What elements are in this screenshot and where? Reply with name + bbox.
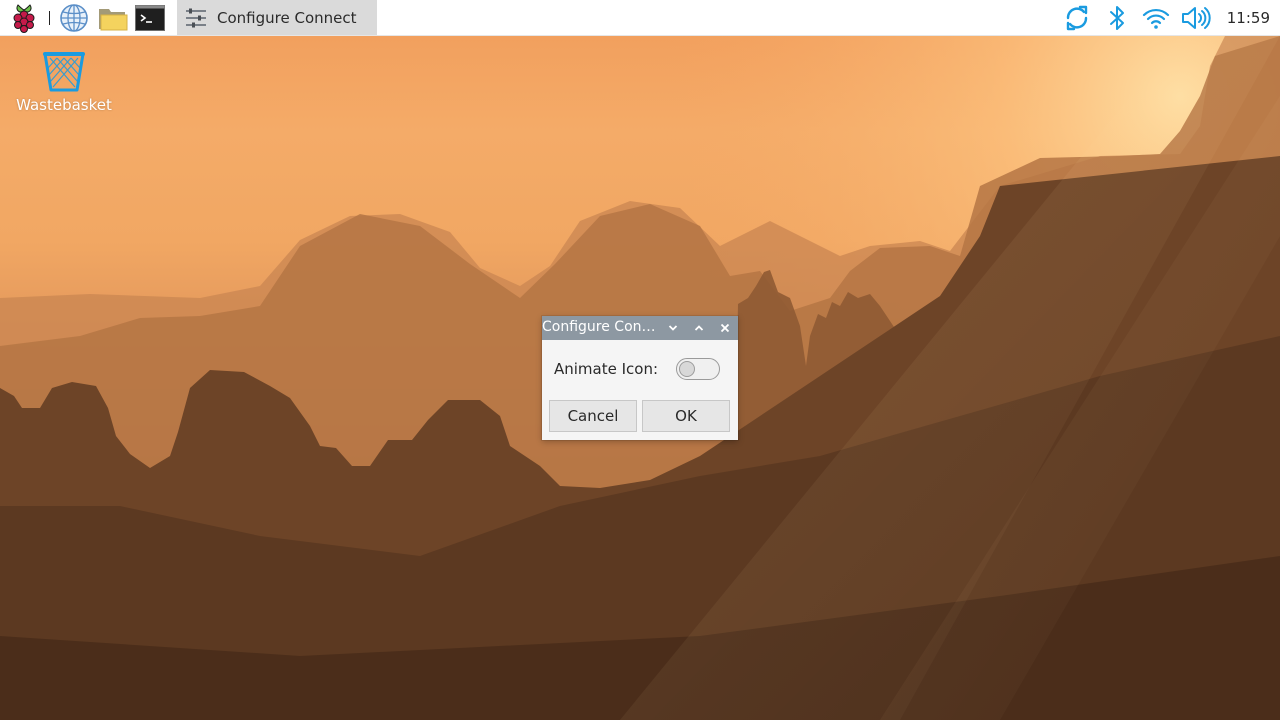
taskbar: Configure Connect 11:59 — [0, 0, 1280, 36]
ok-button[interactable]: OK — [642, 400, 730, 432]
dialog-title: Configure Connect — [542, 319, 662, 335]
raspberry-menu-button[interactable] — [8, 0, 40, 36]
raspberry-pi-logo-icon — [13, 4, 35, 33]
bluetooth-icon — [1110, 6, 1124, 30]
close-icon — [720, 323, 730, 333]
web-browser-button[interactable] — [57, 0, 91, 36]
animate-icon-label: Animate Icon: — [554, 360, 659, 378]
animate-icon-toggle[interactable] — [676, 358, 720, 380]
trash-can-icon — [43, 52, 85, 92]
speaker-icon — [1182, 7, 1211, 29]
chevron-up-icon — [694, 325, 704, 331]
taskbar-task-configure-connect[interactable]: Configure Connect — [177, 0, 377, 35]
volume-tray-button[interactable] — [1178, 0, 1214, 36]
wifi-icon — [1142, 8, 1170, 29]
sync-arrows-icon — [1066, 5, 1088, 31]
terminal-button[interactable] — [134, 0, 166, 36]
close-button[interactable] — [717, 320, 733, 336]
chevron-down-icon — [668, 325, 678, 331]
minimize-button[interactable] — [665, 320, 681, 336]
connect-tray-button[interactable] — [1061, 0, 1093, 36]
toggle-knob — [679, 361, 695, 377]
desktop-icon-wastebasket[interactable]: Wastebasket — [12, 50, 116, 114]
file-manager-button[interactable] — [96, 0, 130, 36]
bluetooth-tray-button[interactable] — [1104, 0, 1130, 36]
settings-sliders-icon — [186, 8, 206, 27]
globe-icon — [60, 4, 88, 32]
folder-icon — [99, 9, 128, 31]
taskbar-separator — [49, 11, 50, 25]
terminal-icon — [135, 5, 165, 31]
configure-connect-dialog: Configure Connect Animate Icon: Cancel O… — [542, 316, 738, 440]
clock[interactable]: 11:59 — [1227, 0, 1270, 36]
wifi-tray-button[interactable] — [1140, 0, 1172, 36]
task-label: Configure Connect — [217, 8, 357, 27]
cancel-button[interactable]: Cancel — [549, 400, 637, 432]
maximize-button[interactable] — [691, 320, 707, 336]
wastebasket-label: Wastebasket — [16, 96, 112, 114]
dialog-title-bar[interactable]: Configure Connect — [542, 316, 738, 340]
